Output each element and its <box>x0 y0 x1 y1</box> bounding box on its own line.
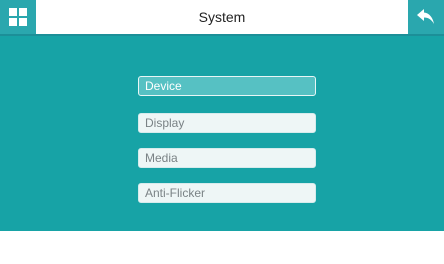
title-bar: System <box>0 0 444 36</box>
page-title: System <box>198 9 246 25</box>
menu-panel: Device Display Media Anti-Flicker <box>0 36 444 231</box>
menu-item-media[interactable]: Media <box>138 148 316 168</box>
menu-item-device[interactable]: Device <box>138 76 316 96</box>
system-screen: System Device Display Media Anti-Flicker <box>0 0 444 264</box>
home-button[interactable] <box>0 0 36 34</box>
back-button[interactable] <box>408 0 444 34</box>
back-arrow-icon <box>416 8 436 26</box>
menu-item-anti-flicker[interactable]: Anti-Flicker <box>138 183 316 203</box>
menu-item-display[interactable]: Display <box>138 113 316 133</box>
bottom-area <box>0 231 444 264</box>
grid-icon <box>8 7 28 27</box>
